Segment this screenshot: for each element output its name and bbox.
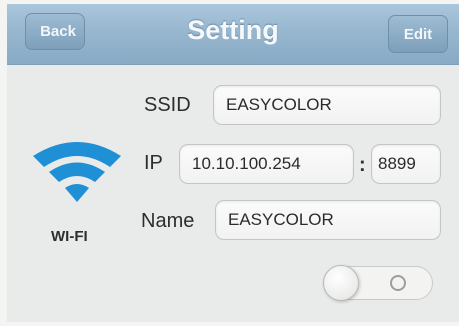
- wifi-label: WI-FI: [51, 228, 88, 245]
- edit-button[interactable]: Edit: [388, 15, 448, 53]
- off-indicator-icon: [390, 275, 406, 291]
- ssid-value: EASYCOLOR: [226, 95, 332, 114]
- port-value: 8899: [378, 154, 416, 173]
- back-button-label: Back: [40, 23, 76, 40]
- name-label: Name: [141, 210, 195, 232]
- ip-port-separator: :: [359, 154, 366, 176]
- edit-button-label: Edit: [403, 25, 433, 43]
- title-bar: Back Setting Edit: [7, 4, 459, 65]
- toggle-knob[interactable]: [323, 265, 359, 301]
- port-field[interactable]: 8899: [371, 144, 441, 184]
- name-value: EASYCOLOR: [228, 210, 334, 229]
- ip-value: 10.10.100.254: [192, 154, 301, 173]
- wifi-icon: [33, 142, 121, 202]
- ip-address-field[interactable]: 10.10.100.254: [179, 144, 354, 184]
- toggle-switch[interactable]: [323, 265, 433, 301]
- ip-label: IP: [144, 152, 163, 174]
- settings-screen: Back Setting Edit WI-FI SSID EASYCOLOR I…: [7, 4, 459, 322]
- ssid-label: SSID: [144, 94, 191, 116]
- ssid-field[interactable]: EASYCOLOR: [213, 85, 441, 125]
- name-field[interactable]: EASYCOLOR: [215, 200, 441, 240]
